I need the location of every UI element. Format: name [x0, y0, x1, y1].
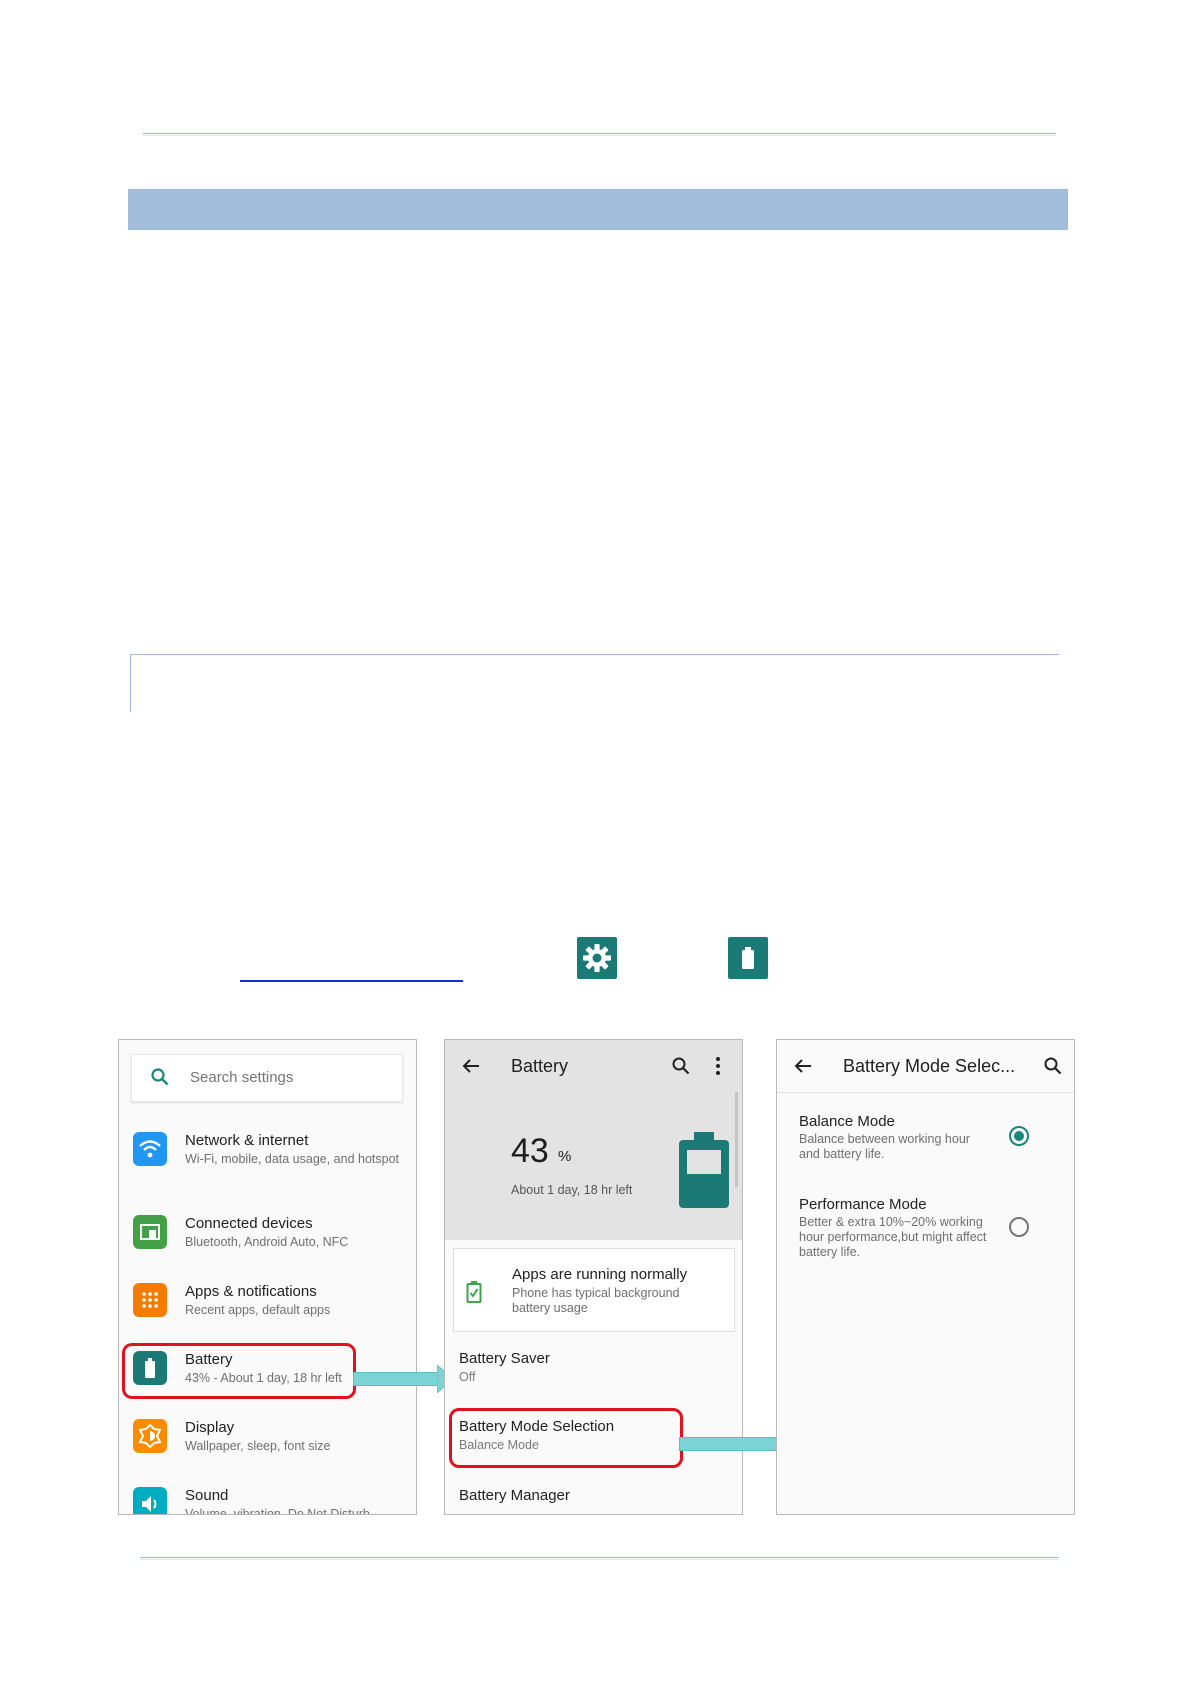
app-bar: Battery Mode Selec...	[777, 1040, 1074, 1092]
arrow-to-battery-screen	[353, 1372, 441, 1386]
brightness-icon	[133, 1419, 167, 1453]
section-heading-band	[128, 189, 1068, 230]
settings-item-apps[interactable]: Apps & notifications Recent apps, defaul…	[119, 1283, 416, 1343]
row-title: Battery Manager	[459, 1487, 570, 1504]
performance-mode-option[interactable]: Performance Mode Better & extra 10%~20% …	[799, 1196, 989, 1260]
search-placeholder: Search settings	[190, 1069, 294, 1086]
battery-time-left: About 1 day, 18 hr left	[511, 1183, 633, 1197]
search-icon[interactable]	[671, 1056, 691, 1081]
settings-item-subtitle: Wallpaper, sleep, font size	[185, 1439, 331, 1453]
gear-icon	[577, 937, 617, 979]
row-title: Battery Saver	[459, 1350, 550, 1367]
performance-mode-radio[interactable]	[1009, 1217, 1029, 1237]
settings-screen: Search settings Network & internet Wi-Fi…	[118, 1039, 417, 1515]
mode-title: Balance Mode	[799, 1113, 895, 1130]
settings-item-title: Network & internet	[185, 1132, 309, 1149]
settings-item-title: Sound	[185, 1487, 229, 1504]
battery-item-highlight	[122, 1343, 356, 1399]
page-title: Battery Mode Selec...	[843, 1056, 1016, 1076]
mode-description: Balance between working hour and battery…	[799, 1132, 970, 1161]
battery-percentage: 43	[511, 1132, 549, 1170]
settings-item-title: Connected devices	[185, 1215, 313, 1232]
apps-grid-icon	[133, 1283, 167, 1317]
search-settings-field[interactable]: Search settings	[131, 1054, 403, 1102]
row-subtitle: Off	[459, 1370, 476, 1384]
mode-selection-highlight	[449, 1408, 683, 1468]
header-rule	[143, 133, 1056, 134]
settings-item-display[interactable]: Display Wallpaper, sleep, font size	[119, 1419, 416, 1479]
battery-status-card[interactable]: Apps are running normally Phone has typi…	[453, 1248, 735, 1332]
battery-ok-icon	[466, 1281, 482, 1308]
settings-item-subtitle: Recent apps, default apps	[185, 1303, 331, 1317]
wifi-icon	[133, 1132, 167, 1166]
mode-description: Better & extra 10%~20% working hour perf…	[799, 1215, 987, 1259]
back-arrow-icon[interactable]	[793, 1056, 813, 1081]
battery-manager-row[interactable]: Battery Manager	[459, 1487, 570, 1504]
battery-level-icon	[677, 1132, 731, 1215]
settings-item-subtitle: Volume, vibration, Do Not Disturb	[185, 1507, 370, 1515]
status-subtitle: Phone has typical background battery usa…	[512, 1286, 680, 1315]
volume-icon	[133, 1487, 167, 1514]
search-icon	[150, 1067, 170, 1092]
app-bar: Battery	[445, 1040, 742, 1092]
settings-item-network[interactable]: Network & internet Wi-Fi, mobile, data u…	[119, 1132, 416, 1192]
footer-rule	[140, 1557, 1059, 1558]
settings-item-connected-devices[interactable]: Connected devices Bluetooth, Android Aut…	[119, 1215, 416, 1275]
balance-mode-radio[interactable]	[1009, 1126, 1029, 1146]
settings-item-subtitle: Bluetooth, Android Auto, NFC	[185, 1235, 349, 1249]
devices-icon	[133, 1215, 167, 1249]
page-title: Battery	[511, 1056, 569, 1076]
percent-sign: %	[558, 1148, 572, 1165]
mode-title: Performance Mode	[799, 1196, 927, 1213]
scrollbar[interactable]	[735, 1092, 738, 1187]
settings-item-sound[interactable]: Sound Volume, vibration, Do Not Disturb	[119, 1487, 416, 1515]
settings-item-title: Display	[185, 1419, 235, 1436]
battery-saver-row[interactable]: Battery Saver Off	[459, 1350, 550, 1384]
back-arrow-icon[interactable]	[461, 1056, 481, 1081]
battery-icon	[728, 937, 768, 979]
search-icon[interactable]	[1043, 1056, 1063, 1081]
note-box	[130, 654, 1059, 712]
settings-item-subtitle: Wi-Fi, mobile, data usage, and hotspot	[185, 1152, 400, 1166]
arrow-to-mode-screen	[679, 1437, 785, 1451]
balance-mode-option[interactable]: Balance Mode Balance between working hou…	[799, 1113, 989, 1162]
hyperlink-underline[interactable]	[240, 980, 463, 982]
app-bar-divider	[777, 1092, 1074, 1093]
settings-item-title: Apps & notifications	[185, 1283, 317, 1300]
status-title: Apps are running normally	[512, 1266, 688, 1283]
overflow-menu-icon[interactable]	[715, 1056, 721, 1081]
battery-mode-screen: Battery Mode Selec... Balance Mode Balan…	[776, 1039, 1075, 1515]
